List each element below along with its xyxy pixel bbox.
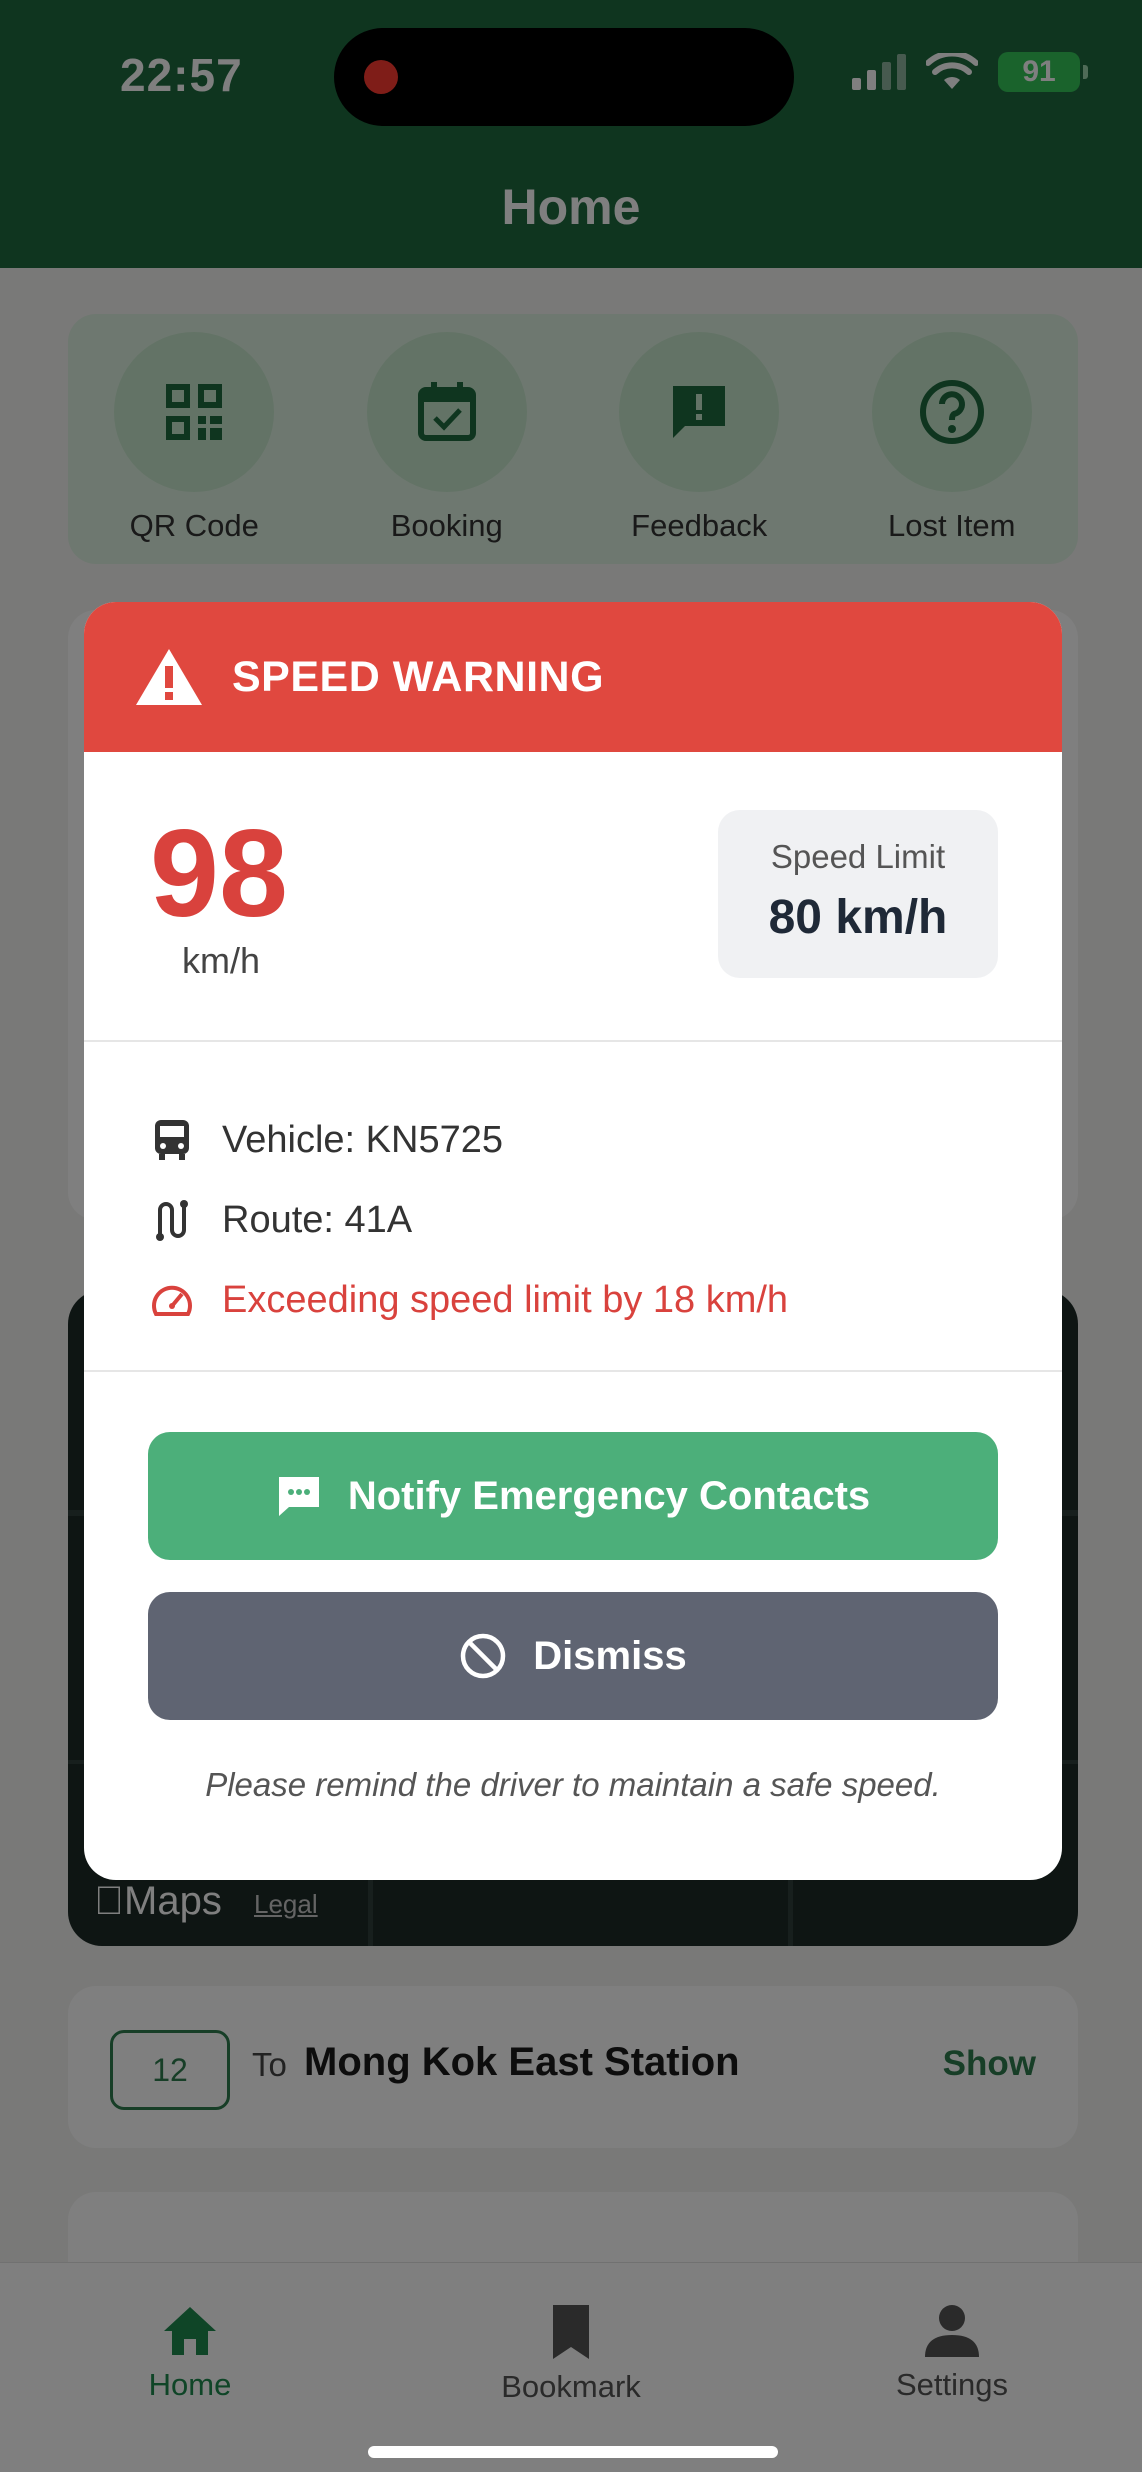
- route-row: Route: 41A: [150, 1180, 1062, 1260]
- dismiss-button-label: Dismiss: [533, 1633, 687, 1678]
- exceeding-text: Exceeding speed limit by 18 km/h: [222, 1278, 789, 1321]
- speed-limit-box: Speed Limit 80 km/h: [718, 810, 998, 978]
- home-indicator[interactable]: [368, 2446, 778, 2458]
- warning-icon: [136, 649, 202, 705]
- speed-limit-label: Speed Limit: [770, 838, 946, 875]
- vehicle-row: Vehicle: KN5725: [150, 1100, 1062, 1180]
- dialog-header: SPEED WARNING: [84, 602, 1062, 752]
- notify-button-label: Notify Emergency Contacts: [347, 1473, 871, 1518]
- notify-emergency-contacts-button[interactable]: Notify Emergency Contacts: [148, 1432, 998, 1560]
- trip-info: Vehicle: KN5725 Route: 41A Exceeding spe…: [84, 1042, 1062, 1372]
- block-icon: [459, 1632, 507, 1680]
- dismiss-button[interactable]: Dismiss: [148, 1592, 998, 1720]
- route-icon: [150, 1198, 194, 1242]
- exceeding-row: Exceeding speed limit by 18 km/h: [150, 1260, 1062, 1340]
- speed-section: 98 km/h Speed Limit 80 km/h: [84, 752, 1062, 1042]
- dialog-title: SPEED WARNING: [232, 652, 605, 701]
- route-text: Route: 41A: [222, 1198, 413, 1241]
- vehicle-text: Vehicle: KN5725: [222, 1118, 503, 1161]
- current-speed: 98: [150, 805, 288, 943]
- speed-limit-value: 80 km/h: [768, 891, 948, 944]
- speed-unit: km/h: [182, 940, 261, 981]
- speed-warning-dialog: SPEED WARNING 98 km/h Speed Limit 80 km/…: [84, 602, 1062, 1880]
- speedometer-icon: [150, 1278, 194, 1322]
- message-icon: [276, 1474, 322, 1518]
- safety-note: Please remind the driver to maintain a s…: [205, 1766, 941, 1803]
- bus-icon: [150, 1118, 194, 1162]
